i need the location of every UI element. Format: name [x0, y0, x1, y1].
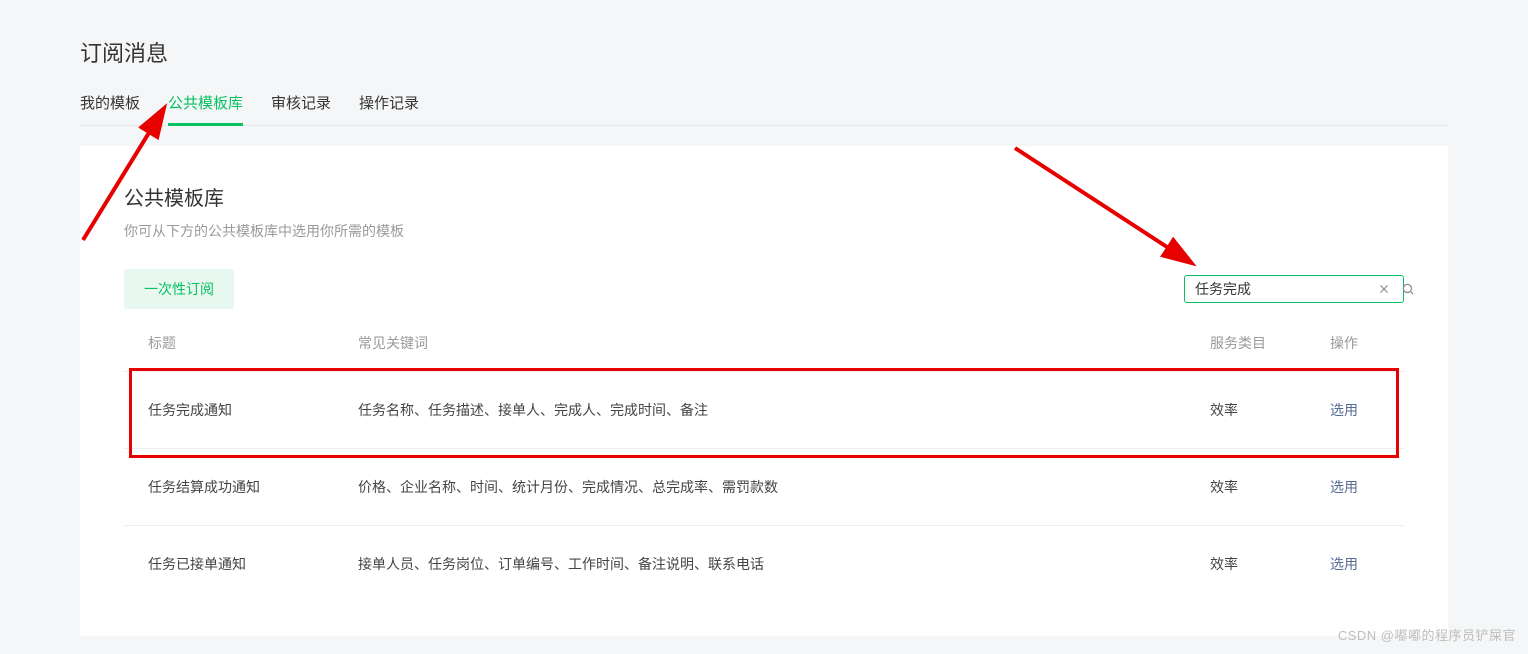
- col-header-keywords: 常见关键词: [358, 333, 1210, 353]
- select-link[interactable]: 选用: [1330, 479, 1358, 495]
- col-header-category: 服务类目: [1210, 333, 1330, 353]
- templates-table: 标题 常见关键词 服务类目 操作 任务完成通知 任务名称、任务描述、接单人、完成…: [124, 333, 1404, 602]
- search-icon[interactable]: [1400, 281, 1416, 297]
- row-keywords: 价格、企业名称、时间、统计月份、完成情况、总完成率、需罚款数: [358, 477, 1210, 497]
- row-title: 任务完成通知: [148, 400, 358, 420]
- select-link[interactable]: 选用: [1330, 402, 1358, 418]
- row-keywords: 任务名称、任务描述、接单人、完成人、完成时间、备注: [358, 400, 1210, 420]
- public-templates-panel: 公共模板库 你可从下方的公共模板库中选用你所需的模板 一次性订阅: [80, 146, 1448, 636]
- tab-review-records[interactable]: 审核记录: [271, 92, 331, 125]
- row-category: 效率: [1210, 554, 1330, 574]
- search-box[interactable]: [1184, 275, 1404, 303]
- row-category: 效率: [1210, 477, 1330, 497]
- table-row: 任务结算成功通知 价格、企业名称、时间、统计月份、完成情况、总完成率、需罚款数 …: [124, 448, 1404, 525]
- search-input[interactable]: [1195, 281, 1376, 297]
- panel-desc: 你可从下方的公共模板库中选用你所需的模板: [124, 221, 1404, 241]
- tab-my-templates[interactable]: 我的模板: [80, 92, 140, 125]
- select-link[interactable]: 选用: [1330, 556, 1358, 572]
- clear-icon[interactable]: [1376, 281, 1392, 297]
- panel-title: 公共模板库: [124, 182, 1404, 211]
- row-title: 任务结算成功通知: [148, 477, 358, 497]
- tab-bar: 我的模板 公共模板库 审核记录 操作记录: [80, 92, 1448, 126]
- tab-public-templates[interactable]: 公共模板库: [168, 92, 243, 125]
- tab-operation-records[interactable]: 操作记录: [359, 92, 419, 125]
- row-keywords: 接单人员、任务岗位、订单编号、工作时间、备注说明、联系电话: [358, 554, 1210, 574]
- onetime-subscribe-chip[interactable]: 一次性订阅: [124, 269, 234, 309]
- col-header-title: 标题: [148, 333, 358, 353]
- watermark: CSDN @嘟嘟的程序员铲屎官: [1338, 625, 1516, 644]
- row-title: 任务已接单通知: [148, 554, 358, 574]
- table-row: 任务完成通知 任务名称、任务描述、接单人、完成人、完成时间、备注 效率 选用: [124, 371, 1404, 448]
- row-category: 效率: [1210, 400, 1330, 420]
- page-title: 订阅消息: [80, 0, 1448, 92]
- col-header-action: 操作: [1330, 333, 1380, 353]
- table-row: 任务已接单通知 接单人员、任务岗位、订单编号、工作时间、备注说明、联系电话 效率…: [124, 525, 1404, 602]
